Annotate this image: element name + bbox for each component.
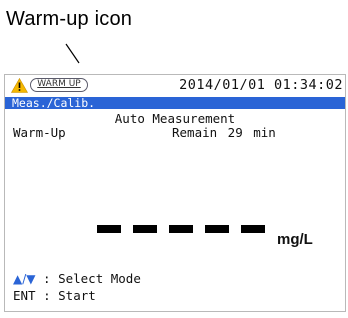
- reading-dash: [241, 225, 265, 233]
- menu-title-bar: Meas./Calib.: [5, 97, 345, 109]
- select-mode-hint: ▲/▼ : Select Mode: [13, 271, 141, 286]
- instrument-display: WARM UP 2014/01/01 01:34:02 Meas./Calib.…: [4, 74, 346, 312]
- warm-up-badge: WARM UP: [30, 78, 88, 92]
- warm-up-status-text: Warm-Up: [13, 125, 66, 140]
- measurement-mode-text: Auto Measurement: [114, 111, 236, 126]
- reading-dash: [169, 225, 193, 233]
- select-mode-hint-text: : Select Mode: [35, 271, 141, 286]
- status-bar: WARM UP 2014/01/01 01:34:02: [5, 75, 345, 97]
- reading-dash: [205, 225, 229, 233]
- measurement-unit: mg/L: [277, 231, 313, 248]
- reading-dash: [133, 225, 157, 233]
- up-down-arrow-keys-icon: ▲/▼: [13, 272, 36, 286]
- remaining-time-text: Remain 29 min: [172, 125, 276, 140]
- datetime-display: 2014/01/01 01:34:02: [179, 77, 343, 93]
- warning-triangle-icon: [11, 78, 28, 93]
- reading-dash: [97, 225, 121, 233]
- start-hint: ENT : Start: [13, 288, 96, 303]
